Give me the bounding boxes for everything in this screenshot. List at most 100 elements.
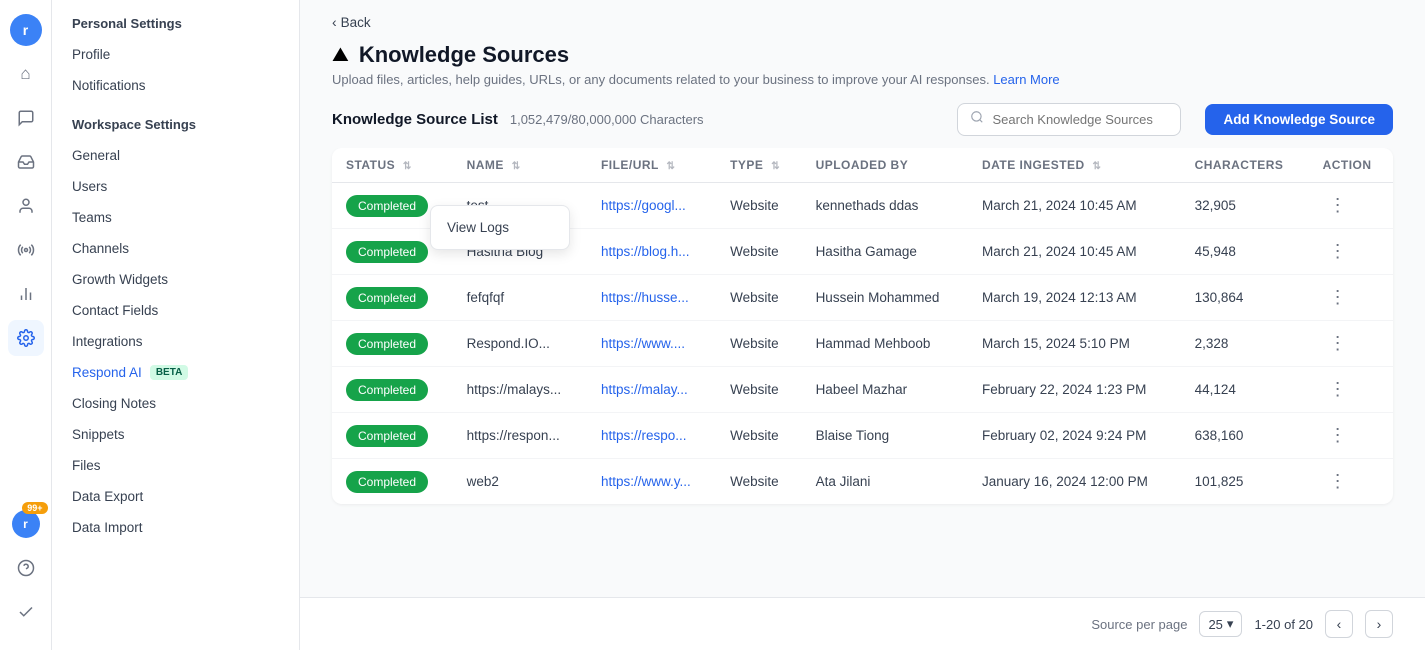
cell-action-5: ⋮ xyxy=(1309,413,1393,459)
search-icon xyxy=(970,110,984,129)
sidebar-item-respond-ai[interactable]: Respond AI BETA xyxy=(52,357,299,388)
back-nav[interactable]: ‹ Back xyxy=(300,0,1425,30)
sidebar-item-teams[interactable]: Teams xyxy=(52,202,299,233)
cell-fileurl-6: https://www.y... xyxy=(587,459,716,505)
cell-characters-0: 32,905 xyxy=(1181,183,1309,229)
cell-action-0: ⋮ xyxy=(1309,183,1393,229)
search-box[interactable] xyxy=(957,103,1181,136)
cell-uploaded-by-1: Hasitha Gamage xyxy=(802,229,968,275)
sidebar-item-users[interactable]: Users xyxy=(52,171,299,202)
user-profile-icon[interactable]: r 99+ xyxy=(8,506,44,542)
sidebar-item-notifications[interactable]: Notifications xyxy=(52,70,299,101)
col-name: NAME ⇅ xyxy=(453,148,587,183)
file-url-link-5[interactable]: https://respo... xyxy=(601,428,687,443)
cell-date-5: February 02, 2024 9:24 PM xyxy=(968,413,1181,459)
file-url-link-6[interactable]: https://www.y... xyxy=(601,474,691,489)
cell-type-3: Website xyxy=(716,321,801,367)
cell-status-5: Completed xyxy=(332,413,453,459)
cell-date-1: March 21, 2024 10:45 AM xyxy=(968,229,1181,275)
cell-characters-1: 45,948 xyxy=(1181,229,1309,275)
search-input[interactable] xyxy=(992,112,1168,127)
table-row: Completed web2 https://www.y... Website … xyxy=(332,459,1393,505)
prev-page-button[interactable]: ‹ xyxy=(1325,610,1353,638)
knowledge-sources-table: STATUS ⇅ NAME ⇅ FILE/URL ⇅ TYPE ⇅ UPLOAD… xyxy=(332,148,1393,504)
sidebar-item-data-export[interactable]: Data Export xyxy=(52,481,299,512)
add-knowledge-source-button[interactable]: Add Knowledge Source xyxy=(1205,104,1393,135)
col-characters: CHARACTERS xyxy=(1181,148,1309,183)
action-menu-button-2[interactable]: ⋮ xyxy=(1323,285,1353,310)
file-url-link-4[interactable]: https://malay... xyxy=(601,382,688,397)
sidebar-item-growth-widgets[interactable]: Growth Widgets xyxy=(52,264,299,295)
col-type: TYPE ⇅ xyxy=(716,148,801,183)
notification-badge: 99+ xyxy=(22,502,47,514)
workspace-settings-title: Workspace Settings xyxy=(52,101,299,140)
file-url-link-1[interactable]: https://blog.h... xyxy=(601,244,690,259)
view-logs-item[interactable]: View Logs xyxy=(431,212,569,243)
learn-more-link[interactable]: Learn More xyxy=(993,72,1059,87)
status-badge-2: Completed xyxy=(346,287,428,309)
sort-name-icon[interactable]: ⇅ xyxy=(512,161,521,172)
cell-date-3: March 15, 2024 5:10 PM xyxy=(968,321,1181,367)
sort-type-icon[interactable]: ⇅ xyxy=(771,161,780,172)
reports-icon[interactable] xyxy=(8,276,44,312)
sort-fileurl-icon[interactable]: ⇅ xyxy=(666,161,675,172)
page-subtitle: Upload files, articles, help guides, URL… xyxy=(332,72,1393,87)
notifications-label: Notifications xyxy=(72,78,146,93)
profile-label: Profile xyxy=(72,47,110,62)
inbox-icon[interactable] xyxy=(8,144,44,180)
cell-characters-5: 638,160 xyxy=(1181,413,1309,459)
settings-icon[interactable] xyxy=(8,320,44,356)
sidebar-item-closing-notes[interactable]: Closing Notes xyxy=(52,388,299,419)
cell-uploaded-by-4: Habeel Mazhar xyxy=(802,367,968,413)
knowledge-sources-logo-icon: ⛰ xyxy=(332,44,349,67)
sidebar-item-general[interactable]: General xyxy=(52,140,299,171)
home-icon[interactable]: ⌂ xyxy=(8,56,44,92)
file-url-link-2[interactable]: https://husse... xyxy=(601,290,689,305)
cell-fileurl-5: https://respo... xyxy=(587,413,716,459)
contacts-icon[interactable] xyxy=(8,188,44,224)
col-date-ingested: DATE INGESTED ⇅ xyxy=(968,148,1181,183)
cell-status-3: Completed xyxy=(332,321,453,367)
sidebar-item-data-import[interactable]: Data Import xyxy=(52,512,299,543)
cell-characters-2: 130,864 xyxy=(1181,275,1309,321)
status-badge-1: Completed xyxy=(346,241,428,263)
table-header: STATUS ⇅ NAME ⇅ FILE/URL ⇅ TYPE ⇅ UPLOAD… xyxy=(332,148,1393,183)
checkmark-icon[interactable] xyxy=(8,594,44,630)
col-uploaded-by: UPLOADED BY xyxy=(802,148,968,183)
sidebar-item-snippets[interactable]: Snippets xyxy=(52,419,299,450)
action-menu-button-3[interactable]: ⋮ xyxy=(1323,331,1353,356)
sort-date-icon[interactable]: ⇅ xyxy=(1093,161,1102,172)
action-menu-button-6[interactable]: ⋮ xyxy=(1323,469,1353,494)
next-page-button[interactable]: › xyxy=(1365,610,1393,638)
action-menu-button-5[interactable]: ⋮ xyxy=(1323,423,1353,448)
help-icon[interactable] xyxy=(8,550,44,586)
cell-characters-6: 101,825 xyxy=(1181,459,1309,505)
action-menu-button-4[interactable]: ⋮ xyxy=(1323,377,1353,402)
col-file-url: FILE/URL ⇅ xyxy=(587,148,716,183)
cell-name-5: https://respon... xyxy=(453,413,587,459)
back-chevron-icon: ‹ xyxy=(332,14,337,30)
cell-fileurl-1: https://blog.h... xyxy=(587,229,716,275)
action-menu-button-0[interactable]: ⋮ xyxy=(1323,193,1353,218)
source-per-page-label: Source per page xyxy=(1091,617,1187,632)
cell-date-2: March 19, 2024 12:13 AM xyxy=(968,275,1181,321)
file-url-link-0[interactable]: https://googl... xyxy=(601,198,686,213)
sidebar-item-files[interactable]: Files xyxy=(52,450,299,481)
sidebar-item-integrations[interactable]: Integrations xyxy=(52,326,299,357)
cell-action-1: ⋮ xyxy=(1309,229,1393,275)
status-badge-4: Completed xyxy=(346,379,428,401)
avatar-icon[interactable]: r xyxy=(8,12,44,48)
broadcast-icon[interactable] xyxy=(8,232,44,268)
sidebar-item-profile[interactable]: Profile xyxy=(52,39,299,70)
sidebar-item-channels[interactable]: Channels xyxy=(52,233,299,264)
action-menu-button-1[interactable]: ⋮ xyxy=(1323,239,1353,264)
cell-status-2: Completed xyxy=(332,275,453,321)
chat-icon[interactable] xyxy=(8,100,44,136)
file-url-link-3[interactable]: https://www.... xyxy=(601,336,685,351)
table-row: Completed https://respon... https://resp… xyxy=(332,413,1393,459)
sort-status-icon[interactable]: ⇅ xyxy=(403,161,412,172)
cell-type-4: Website xyxy=(716,367,801,413)
sidebar-item-contact-fields[interactable]: Contact Fields xyxy=(52,295,299,326)
table-row: Completed fefqfqf https://husse... Websi… xyxy=(332,275,1393,321)
per-page-select[interactable]: 25 ▾ xyxy=(1199,611,1242,637)
